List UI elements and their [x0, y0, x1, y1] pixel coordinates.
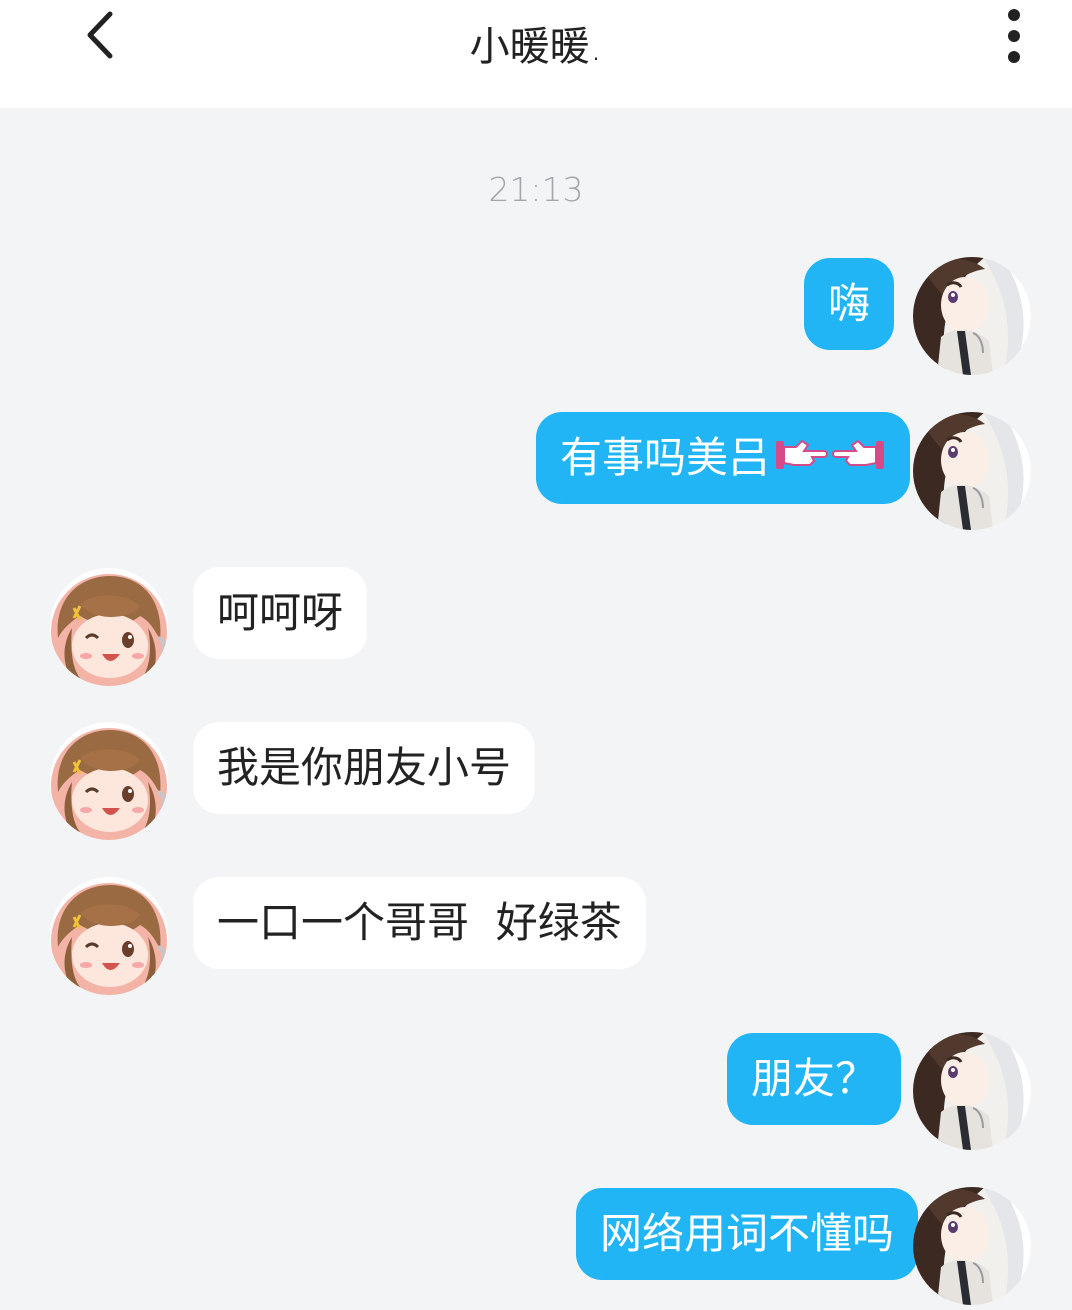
message-bubble-sent[interactable]: 嗨: [804, 258, 895, 350]
message-bubble-sent[interactable]: 网络用词不懂吗: [576, 1188, 919, 1280]
more-options-button[interactable]: [990, 8, 1038, 68]
avatar[interactable]: [50, 722, 168, 840]
avatar[interactable]: [50, 877, 168, 995]
message-text: 一口一个哥哥 好绿茶: [217, 898, 622, 947]
avatar[interactable]: [50, 568, 168, 686]
message-timestamp: 21:13: [488, 170, 584, 209]
more-vertical-icon: [1007, 8, 1021, 68]
avatar[interactable]: [913, 412, 1031, 530]
message-bubble-sent[interactable]: 朋友？: [727, 1033, 902, 1125]
avatar[interactable]: [913, 1032, 1031, 1150]
message-text: 有事吗美吕: [560, 433, 771, 482]
message-bubble-sent[interactable]: 有事吗美吕: [536, 412, 911, 507]
message-text: 嗨: [828, 279, 871, 328]
message-text: 呵呵呀: [217, 588, 344, 637]
chat-title: 小暖暖.: [469, 24, 603, 70]
avatar[interactable]: [913, 1187, 1031, 1305]
chat-header: 小暖暖.: [0, 0, 1072, 108]
avatar[interactable]: [913, 257, 1031, 375]
message-text: 朋友？: [751, 1054, 878, 1103]
pointing-hands-icon: [774, 415, 886, 507]
message-text: 我是你朋友小号: [217, 743, 512, 792]
message-bubble-received[interactable]: 我是你朋友小号: [193, 722, 536, 814]
message-bubble-received[interactable]: 呵呵呀: [193, 567, 368, 659]
message-text: 网络用词不懂吗: [600, 1209, 895, 1258]
message-bubble-received[interactable]: 一口一个哥哥 好绿茶: [193, 877, 646, 969]
